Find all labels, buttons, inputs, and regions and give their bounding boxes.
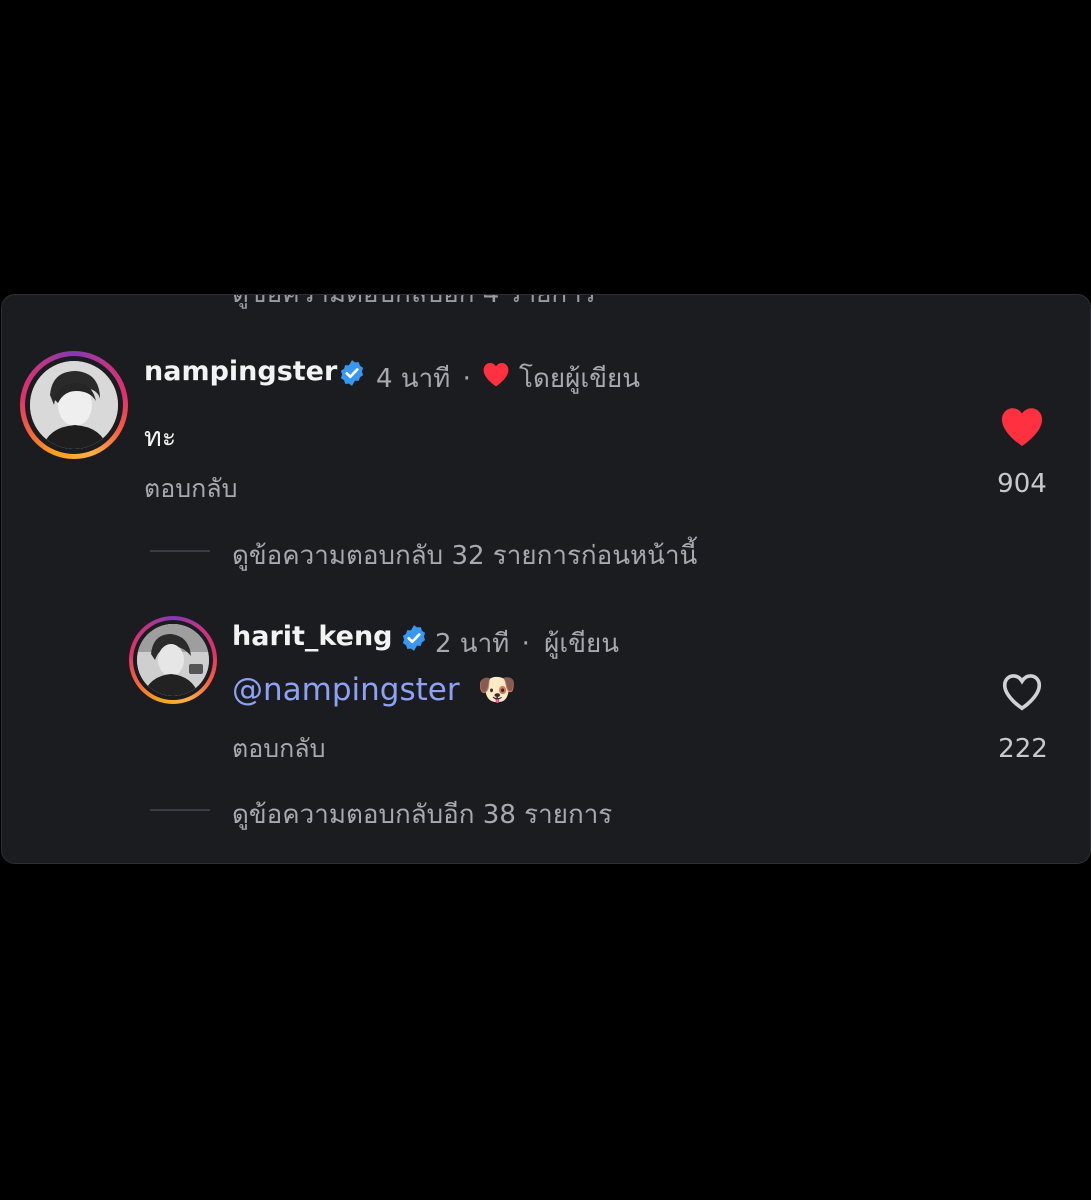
- verified-badge-icon: [340, 360, 364, 386]
- liked-by-author-label: โดยผู้เขียน: [519, 364, 640, 394]
- liked-by-author-heart-icon: [483, 363, 509, 387]
- comment-thread-card: ดูข้อความตอบกลับอีก 4 รายการ nampingster…: [1, 294, 1091, 864]
- dog-emoji: 🐶: [477, 672, 517, 708]
- reply-like-heart-outline-icon[interactable]: [1000, 671, 1044, 711]
- reply-text: @nampingster 🐶: [232, 671, 516, 708]
- view-previous-replies-button[interactable]: ดูข้อความตอบกลับ 32 รายการก่อนหน้านี้: [232, 535, 697, 576]
- comment-timestamp: 4 นาที ·: [376, 364, 471, 394]
- reply-reply-button[interactable]: ตอบกลับ: [232, 729, 325, 769]
- profile-photo: [30, 361, 118, 449]
- view-more-replies-top-cut[interactable]: ดูข้อความตอบกลับอีก 4 รายการ: [232, 295, 596, 314]
- comment-text: ทะ: [144, 422, 177, 453]
- avatar-harit-keng[interactable]: [129, 616, 217, 704]
- verified-badge-icon: [402, 625, 426, 651]
- mention-link[interactable]: @nampingster: [232, 672, 460, 708]
- reply-username[interactable]: harit_keng: [232, 621, 393, 652]
- author-label: ผู้เขียน: [544, 629, 620, 659]
- comment-like-count: 904: [997, 469, 1047, 499]
- reply-timestamp: 2 นาที · ผู้เขียน: [435, 629, 620, 659]
- replies-divider-line: [150, 809, 210, 811]
- replies-divider-line: [150, 550, 210, 552]
- comment-username[interactable]: nampingster: [144, 356, 337, 387]
- reply-like-count: 222: [998, 734, 1048, 764]
- avatar-nampingster[interactable]: [20, 351, 128, 459]
- view-more-replies-button[interactable]: ดูข้อความตอบกลับอีก 38 รายการ: [232, 794, 612, 835]
- comment-like-heart-icon[interactable]: [998, 405, 1046, 447]
- profile-photo: [137, 624, 209, 696]
- comment-reply-button[interactable]: ตอบกลับ: [144, 469, 237, 509]
